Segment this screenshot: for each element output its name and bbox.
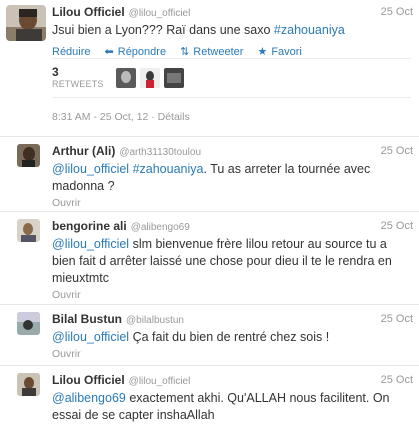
tweet-time[interactable]: 25 Oct — [381, 220, 413, 232]
retweet-label: Retweeter — [193, 45, 244, 58]
reply-icon: ⬅ — [104, 46, 114, 58]
hashtag-link[interactable]: #zahouaniya — [133, 162, 204, 176]
reply-button[interactable]: ⬅ Répondre — [104, 45, 167, 59]
main-tweet[interactable]: Lilou Officiel @lilou_officiel Jsui bien… — [0, 0, 419, 137]
retweet-count-label: RETWEETS — [52, 79, 104, 89]
favorite-label: Favori — [271, 45, 302, 58]
mention-link[interactable]: @lilou_officiel — [52, 330, 129, 344]
tweet-text: @lilou_officiel Ça fait du bien de rentr… — [52, 329, 411, 346]
author-name[interactable]: Bilal Bustun — [52, 312, 122, 326]
tweet-time[interactable]: 25 Oct — [381, 145, 413, 157]
avatar[interactable] — [6, 5, 46, 41]
reply-label: Répondre — [117, 45, 167, 58]
reply-tweet[interactable]: bengorine ali @alibengo69 @lilou_officie… — [0, 212, 419, 305]
tweet-text: @lilou_officiel #zahouaniya. Tu as arret… — [52, 161, 411, 195]
star-icon: ★ — [257, 46, 268, 58]
reduce-label: Réduire — [52, 45, 91, 58]
author-name[interactable]: Lilou Officiel — [52, 373, 125, 387]
open-link[interactable]: Ouvrir — [52, 348, 411, 360]
reply-tweet[interactable]: Arthur (Ali) @arth31130toulou @lilou_off… — [0, 137, 419, 212]
tweet-time[interactable]: 25 Oct — [381, 6, 413, 18]
avatar[interactable] — [17, 312, 40, 335]
retweeter-avatar[interactable] — [140, 68, 160, 88]
author-handle[interactable]: @alibengo69 — [131, 222, 190, 233]
author-handle[interactable]: @lilou_officiel — [129, 8, 191, 19]
retweet-stats: 3 RETWEETS — [52, 58, 411, 98]
avatar[interactable] — [17, 144, 40, 167]
author-handle[interactable]: @arth31130toulou — [119, 147, 201, 158]
author-handle[interactable]: @lilou_officiel — [129, 376, 191, 387]
retweeter-avatar[interactable] — [164, 68, 184, 88]
retweet-icon: ⇅ — [180, 46, 190, 58]
tweet-time[interactable]: 25 Oct — [381, 313, 413, 325]
open-link[interactable]: Ouvrir — [52, 289, 411, 301]
avatar[interactable] — [17, 373, 40, 396]
tweet-text: @alibengo69 exactement akhi. Qu'ALLAH no… — [52, 390, 411, 424]
tweet-text: Jsui bien a Lyon??? Raï dans une saxo #z… — [52, 22, 411, 39]
retweeter-avatar[interactable] — [116, 68, 136, 88]
reply-tweet[interactable]: Lilou Officiel @lilou_officiel @alibengo… — [0, 366, 419, 425]
reduce-button[interactable]: Réduire — [52, 46, 91, 58]
avatar[interactable] — [17, 219, 40, 242]
hashtag-link[interactable]: #zahouaniya — [274, 23, 345, 37]
author-name[interactable]: Lilou Officiel — [52, 5, 125, 19]
tweet-time[interactable]: 25 Oct — [381, 374, 413, 386]
mention-link[interactable]: @alibengo69 — [52, 391, 126, 405]
retweeter-avatars — [116, 68, 188, 88]
tweet-actions: Réduire ⬅ Répondre ⇅ Retweeter ★ Favori — [52, 45, 411, 59]
open-link[interactable]: Ouvrir — [52, 197, 411, 209]
mention-link[interactable]: @lilou_officiel — [52, 162, 129, 176]
author-name[interactable]: Arthur (Ali) — [52, 144, 115, 158]
author-name[interactable]: bengorine ali — [52, 219, 127, 233]
tweet-meta[interactable]: 8:31 AM - 25 Oct, 12 · Détails — [52, 111, 190, 123]
tweet-text: @lilou_officiel slm bienvenue frère lilo… — [52, 236, 411, 287]
mention-link[interactable]: @lilou_officiel — [52, 237, 129, 251]
author-handle[interactable]: @bilalbustun — [126, 315, 184, 326]
retweet-count[interactable]: 3 — [52, 65, 104, 79]
reply-tweet[interactable]: Bilal Bustun @bilalbustun @lilou_officie… — [0, 305, 419, 366]
favorite-button[interactable]: ★ Favori — [257, 45, 302, 59]
tweet-text-body: Ça fait du bien de rentré chez sois ! — [129, 330, 330, 344]
tweet-text-body: Jsui bien a Lyon??? Raï dans une saxo — [52, 23, 274, 37]
tweet-thread: Lilou Officiel @lilou_officiel Jsui bien… — [0, 0, 419, 425]
retweet-button[interactable]: ⇅ Retweeter — [180, 45, 244, 59]
